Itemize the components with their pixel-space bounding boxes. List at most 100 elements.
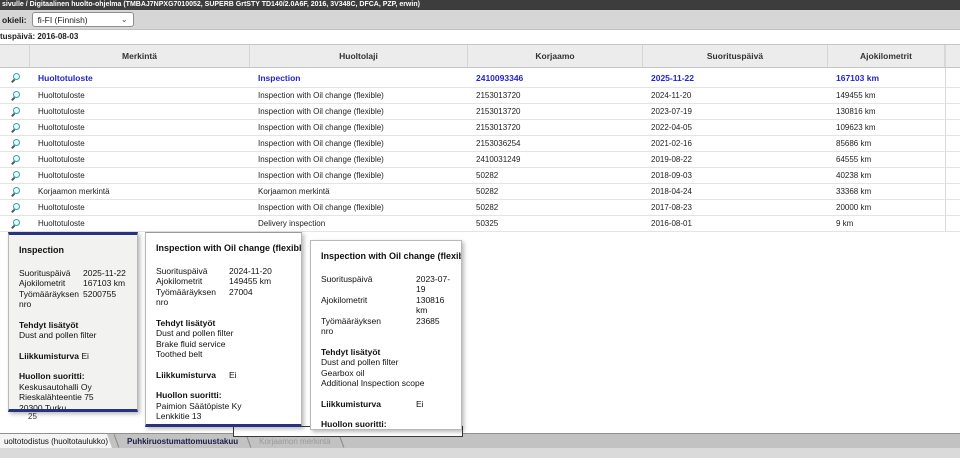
cell-huoltolaji: Korjaamon merkintä [250,187,468,196]
cell-huoltolaji-link[interactable]: Inspection [250,73,468,83]
field-value: 2023-07-19 [416,274,453,295]
field-value: 167103 km [83,278,125,289]
cell-suorituspaiva: 2023-07-19 [643,107,828,116]
extra-works-label: Tehdyt lisätyöt [156,318,293,329]
performed-by-label: Huollon suoritti: [156,390,293,401]
magnifier-icon[interactable] [10,122,21,133]
performed-by-section: Huollon suoritti: Paimion Säätöpiste Ky … [321,419,453,430]
cell-ajokilometrit-link[interactable]: 167103 km [828,73,945,83]
magnifier-icon[interactable] [10,106,21,117]
cell-suorituspaiva: 2021-02-16 [643,139,828,148]
language-select[interactable]: fi-FI (Finnish) ⌄ [32,12,134,27]
table-row: Huoltotuloste Inspection with Oil change… [0,88,960,104]
field-label: Suorituspäivä [321,274,391,295]
cell-huoltolaji: Inspection with Oil change (flexible) [250,107,468,116]
performed-by-label: Huollon suoritti: [321,419,453,430]
cell-ajokilometrit: 130816 km [828,107,945,116]
field-label: Ajokilometrit [19,278,81,289]
magnifier-icon[interactable] [10,202,21,213]
cell-korjaamo: 2410031249 [468,155,643,164]
cell-korjaamo: 2153013720 [468,91,643,100]
cell-korjaamo-link[interactable]: 2410093346 [468,73,643,83]
cell-huoltolaji: Inspection with Oil change (flexible) [250,171,468,180]
cell-merkinta-link[interactable]: Huoltotuloste [30,73,250,83]
cell-merkinta: Huoltotuloste [30,139,250,148]
cell-suorituspaiva: 2016-08-01 [643,219,828,228]
field-value: 2024-11-20 [229,266,272,277]
field-label: Ajokilometrit [156,276,226,287]
dialog-field: Suorituspäivä 2023-07-19 [321,274,453,295]
table-header-row: Merkintä Huoltolaji Korjaamo Suorituspäi… [0,44,960,68]
start-date-line: tuspäivä: 2016-08-03 [0,32,78,41]
performed-by-section: Huollon suoritti: Keskusautohalli Oy Rie… [19,371,129,412]
mobility-value: Ei [416,399,424,410]
magnifier-icon[interactable] [10,72,21,83]
cell-huoltolaji: Inspection with Oil change (flexible) [250,123,468,132]
field-value: 23685 [416,316,440,337]
table-row: Huoltotuloste Inspection 2410093346 2025… [0,68,960,88]
magnifier-icon[interactable] [10,186,21,197]
cell-suorituspaiva: 2018-09-03 [643,171,828,180]
extra-work-item: Dust and pollen filter [156,328,293,339]
mobility-row: Liikkumisturva Ei [156,370,293,381]
window-title-text: sivulle / Digitaalinen huolto-ohjelma (T… [2,1,420,8]
table-row: Huoltotuloste Inspection with Oil change… [0,152,960,168]
dialog-field: Suorituspäivä 2025-11-22 [19,268,129,279]
performed-by-line: Paimion Säätöpiste Ky [321,430,453,431]
col-header-ajokilometrit: Ajokilometrit [828,45,945,67]
performed-by-line: Paimion Säätöpiste Ky [156,401,293,412]
magnifier-icon[interactable] [10,154,21,165]
performed-by-line: Keskusautohalli Oy [19,382,129,393]
cell-korjaamo: 50282 [468,187,643,196]
cell-huoltolaji: Inspection with Oil change (flexible) [250,91,468,100]
cell-suorituspaiva: 2017-08-23 [643,203,828,212]
bottom-spacer [0,448,960,458]
cell-korjaamo: 50282 [468,203,643,212]
cell-ajokilometrit: 9 km [828,219,945,228]
tab-huoltotodistus[interactable]: uoltotodistus (huoltotaulukko) [0,434,112,448]
cell-merkinta: Huoltotuloste [30,155,250,164]
extra-work-item: Dust and pollen filter [19,330,129,341]
magnifier-icon[interactable] [10,138,21,149]
field-label: Työmääräyksen nro [321,316,391,337]
dialog-field: Työmääräyksen nro 23685 [321,316,453,337]
language-toolbar: okieli: fi-FI (Finnish) ⌄ [0,10,960,30]
extra-work-item: Dust and pollen filter [321,357,453,368]
cell-korjaamo: 2153013720 [468,107,643,116]
table-row: Huoltotuloste Inspection with Oil change… [0,120,960,136]
cell-huoltolaji: Inspection with Oil change (flexible) [250,155,468,164]
page-number[interactable]: 25 [28,412,37,421]
field-value: 27004 [229,287,253,308]
cell-merkinta: Huoltotuloste [30,171,250,180]
cell-korjaamo: 2153013720 [468,123,643,132]
mobility-value: Ei [81,351,89,361]
magnifier-icon[interactable] [10,218,21,229]
cell-huoltolaji: Inspection with Oil change (flexible) [250,139,468,148]
cell-suorituspaiva-link[interactable]: 2025-11-22 [643,73,828,83]
magnifier-icon[interactable] [10,170,21,181]
dialog-field: Työmääräyksen nro 5200755 [19,289,129,310]
header-icon-column [0,45,30,67]
cell-ajokilometrit: 85686 km [828,139,945,148]
inspection-dialog: Inspection with Oil change (flexible) Su… [145,232,302,427]
col-header-merkinta: Merkintä [30,45,250,67]
dialog-title: Inspection with Oil change (flexible) [321,251,453,262]
performed-by-line: 20300 Turku [19,403,129,413]
cell-ajokilometrit: 40238 km [828,171,945,180]
extra-work-item: Brake fluid service [156,339,293,350]
performed-by-line: Rieskalähteentie 75 [19,392,129,403]
magnifier-icon[interactable] [10,90,21,101]
tab-puhkiruostumattomuustakuu[interactable]: Puhkiruostumattomuustakuu [121,434,244,448]
cell-korjaamo: 50325 [468,219,643,228]
extra-works-section: Tehdyt lisätyöt Dust and pollen filter G… [321,347,453,389]
extra-work-item: Additional Inspection scope [321,378,453,389]
cell-ajokilometrit: 33368 km [828,187,945,196]
tab-bar: uoltotodistus (huoltotaulukko) Puhkiruos… [0,433,960,448]
cell-ajokilometrit: 149455 km [828,91,945,100]
cell-suorituspaiva: 2018-04-24 [643,187,828,196]
extra-work-item: Gearbox oil [321,368,453,379]
dialog-title: Inspection [19,245,129,256]
cell-merkinta: Huoltotuloste [30,203,250,212]
extra-works-label: Tehdyt lisätyöt [19,320,129,331]
mobility-row: Liikkumisturva Ei [19,351,129,362]
